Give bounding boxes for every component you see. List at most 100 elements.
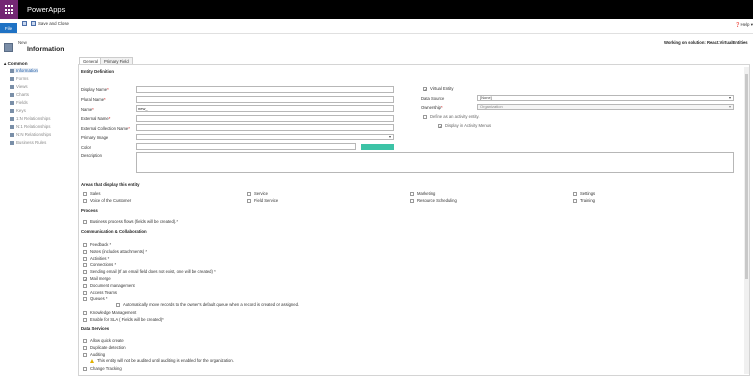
chart-icon [10,92,14,97]
area-label: Field Service [254,198,279,203]
sidebar-item-charts[interactable]: Charts [10,92,29,97]
checkbox[interactable] [83,310,87,315]
save-and-close-button[interactable]: Save and Close [31,21,69,26]
feedback-checkbox[interactable]: Feedback * [83,242,111,247]
display-activity-menus-checkbox[interactable]: Display in Activity Menus [438,123,491,128]
file-button[interactable]: File [0,23,17,33]
display-activity-menus-label: Display in Activity Menus [445,123,492,128]
change-tracking-checkbox[interactable]: Change Tracking [83,366,122,371]
sending-email-checkbox[interactable]: Sending email (If an email field does no… [83,269,216,274]
checkbox[interactable] [423,114,427,119]
queues-checkbox[interactable]: Queues * [83,296,107,301]
checkbox[interactable] [247,191,251,196]
area-marketing-checkbox[interactable]: Marketing [410,191,435,196]
checkbox[interactable] [83,242,87,247]
area-settings-checkbox[interactable]: Settings [573,191,595,196]
checkbox[interactable] [83,345,87,350]
notes-checkbox[interactable]: Notes (includes attachments) * [83,249,147,254]
checkbox[interactable] [83,191,87,196]
checkbox[interactable] [83,317,87,322]
sidebar-item-label: Views [16,84,28,89]
checkbox[interactable] [83,276,87,281]
mail-merge-checkbox[interactable]: Mail merge [83,276,111,281]
ownership-select[interactable]: Organization ▾ [477,104,734,110]
option-label: Queues * [90,296,108,301]
sidebar-item-n1-relationships[interactable]: N:1 Relationships [10,124,50,129]
sidebar-item-views[interactable]: Views [10,84,28,89]
checkbox[interactable] [83,352,87,357]
allow-quick-create-checkbox[interactable]: Allow quick create [83,338,124,343]
checkbox[interactable] [83,290,87,295]
sidebar-item-keys[interactable]: Keys [10,108,26,113]
checkbox[interactable] [83,269,87,274]
plural-name-label: Plural Name* [81,97,106,102]
sidebar-item-forms[interactable]: Forms [10,76,28,81]
color-field[interactable] [136,143,356,150]
knowledge-management-checkbox[interactable]: Knowledge Management [83,310,136,315]
activities-checkbox[interactable]: Activities * [83,256,109,261]
define-activity-checkbox[interactable]: Define as an activity entity. [423,114,480,119]
external-collection-name-field[interactable] [136,124,394,131]
auditing-checkbox[interactable]: Auditing [83,352,105,357]
checkbox[interactable] [83,256,87,261]
checkbox[interactable] [83,219,87,224]
sidebar-item-nn-relationships[interactable]: N:N Relationships [10,132,51,137]
checkbox[interactable] [83,338,87,343]
primary-image-select[interactable]: ▾ [136,134,394,140]
ownership-label: Ownership* [421,105,443,110]
option-label: Auditing [90,352,106,357]
area-sales-checkbox[interactable]: Sales [83,191,100,196]
area-voice-of-customer-checkbox[interactable]: Voice of the Customer [83,198,131,203]
access-teams-checkbox[interactable]: Access Teams [83,290,117,295]
save-button[interactable] [22,21,27,26]
area-field-service-checkbox[interactable]: Field Service [247,198,278,203]
plural-name-field[interactable] [136,96,394,103]
sidebar-item-information[interactable]: Information [10,68,38,73]
top-nav-bar [0,0,753,19]
checkbox[interactable] [423,86,427,91]
sidebar-item-fields[interactable]: Fields [10,100,28,105]
tab-general[interactable]: General [79,57,102,64]
checkbox[interactable] [83,262,87,267]
checkbox[interactable] [573,191,577,196]
color-swatch[interactable] [361,144,394,150]
sidebar-heading[interactable]: ▴ Common [4,61,28,67]
checkbox[interactable] [83,198,87,203]
checkbox[interactable] [83,249,87,254]
business-process-flows-label: Business process flows (fields will be c… [90,219,178,224]
description-field[interactable] [136,152,734,173]
queue-auto-move-checkbox[interactable]: Automatically move records to the owner'… [116,302,299,307]
enable-sla-checkbox[interactable]: Enable for SLA ( Fields will be created)… [83,317,164,322]
app-launcher-icon[interactable] [0,0,18,19]
scrollbar-thumb[interactable] [745,74,748,279]
ownership-value: Organization [480,104,503,109]
section-entity-definition: Entity Definition [81,69,114,74]
checkbox[interactable] [410,191,414,196]
checkbox[interactable] [247,198,251,203]
business-process-flows-checkbox[interactable]: Business process flows (fields will be c… [83,219,178,224]
checkbox[interactable] [410,198,414,203]
virtual-entity-checkbox[interactable]: Virtual Entity [423,86,453,91]
save-and-close-label: Save and Close [38,21,69,26]
area-service-checkbox[interactable]: Service [247,191,268,196]
sidebar-item-1n-relationships[interactable]: 1:N Relationships [10,116,50,121]
name-field[interactable]: new_ [136,105,394,112]
data-source-select[interactable]: [None] ▾ [477,95,734,101]
document-management-checkbox[interactable]: Document management [83,283,135,288]
checkbox[interactable] [83,296,87,301]
help-button[interactable]: ❓Help ▾ [735,22,753,28]
external-name-field[interactable] [136,115,394,122]
duplicate-detection-checkbox[interactable]: Duplicate detection [83,345,126,350]
display-name-field[interactable] [136,86,394,93]
tab-primary-field[interactable]: Primary Field [100,57,133,64]
connections-checkbox[interactable]: Connections * [83,262,116,267]
audit-warning: This entity will not be audited until au… [90,358,234,363]
checkbox[interactable] [438,123,442,128]
checkbox[interactable] [116,302,120,307]
checkbox[interactable] [573,198,577,203]
checkbox[interactable] [83,366,87,371]
area-resource-scheduling-checkbox[interactable]: Resource Scheduling [410,198,457,203]
checkbox[interactable] [83,283,87,288]
sidebar-item-business-rules[interactable]: Business Rules [10,140,46,145]
area-training-checkbox[interactable]: Training [573,198,595,203]
